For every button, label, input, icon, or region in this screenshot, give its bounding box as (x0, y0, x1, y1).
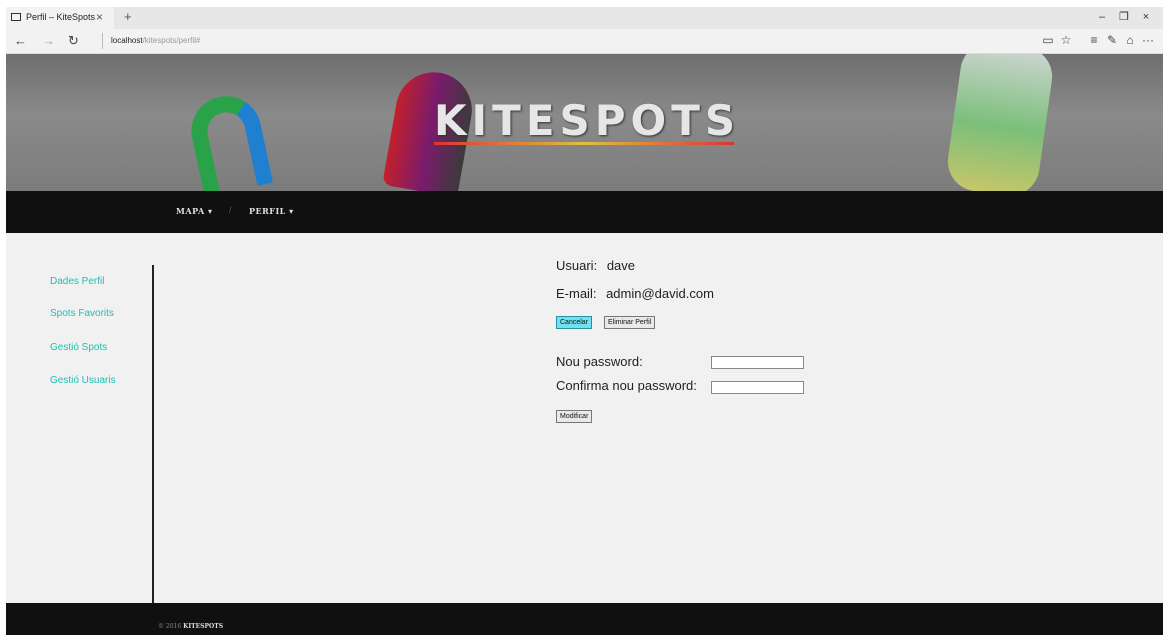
confirm-password-label: Confirma nou password: (556, 378, 697, 393)
minimize-icon[interactable]: – (1091, 11, 1113, 23)
new-password-input[interactable] (711, 356, 804, 369)
share-icon[interactable]: ⌂ (1121, 33, 1139, 47)
tab-title: Perfil – KiteSpots (26, 12, 96, 22)
back-icon[interactable]: ← (14, 33, 27, 48)
confirm-password-input[interactable] (711, 381, 804, 394)
hub-icon[interactable]: ≡ (1085, 33, 1103, 47)
site-footer: © 2016 KITESPOTS (6, 603, 1163, 635)
page-icon (11, 13, 21, 21)
nav-separator: / (229, 205, 232, 215)
site-logo[interactable]: KITESPOTS (434, 96, 740, 145)
sidebar-divider (152, 265, 154, 606)
sidebar-item-dades-perfil[interactable]: Dades Perfil (50, 276, 104, 287)
close-tab-icon[interactable]: × (96, 10, 103, 24)
kite-image-left (184, 89, 274, 191)
kite-image-right (944, 54, 1056, 191)
delete-profile-button[interactable]: Eliminar Perfil (604, 316, 656, 329)
more-icon[interactable]: ··· (1139, 33, 1157, 47)
window-controls: – ❐ × (1091, 10, 1157, 23)
web-page: KITESPOTS MAPA ▾ / PERFIL ▾ Dades Perfil… (6, 54, 1163, 635)
header-banner: KITESPOTS (6, 54, 1163, 191)
profile-sidebar: Dades Perfil Spots Favorits Gestió Spots… (6, 233, 154, 603)
modify-button[interactable]: Modificar (556, 410, 593, 423)
cancel-button[interactable]: Cancelar (556, 316, 593, 329)
sidebar-item-spots-favorits[interactable]: Spots Favorits (50, 308, 114, 319)
browser-tools: ▭ ☆ ≡ ✎ ⌂ ··· (1039, 33, 1157, 47)
nav-perfil[interactable]: PERFIL ▾ (249, 206, 294, 216)
copyright-text: © 2016 (158, 623, 182, 630)
refresh-icon[interactable]: ↻ (68, 33, 79, 49)
browser-tab[interactable]: Perfil – KiteSpots × (6, 7, 114, 29)
reading-view-icon[interactable]: ▭ (1039, 33, 1057, 47)
browser-tab-bar: Perfil – KiteSpots × + – ❐ × (6, 7, 1163, 29)
url-field[interactable]: localhost/kitespots/perfil# (102, 33, 200, 49)
logo-underline (434, 142, 734, 145)
favorite-star-icon[interactable]: ☆ (1057, 33, 1075, 47)
footer-brand: KITESPOTS (183, 623, 224, 630)
user-label: Usuari: (556, 258, 598, 273)
forward-icon[interactable]: → (42, 33, 55, 48)
main-navbar: MAPA ▾ / PERFIL ▾ (6, 191, 1163, 233)
email-label: E-mail: (556, 286, 597, 301)
address-bar: ← → ↻ localhost/kitespots/perfil# ▭ ☆ ≡ ✎ ⌂ ·… (6, 29, 1163, 54)
nav-mapa[interactable]: MAPA ▾ (176, 206, 213, 216)
footer-copyright: © 2016 KITESPOTS (158, 623, 223, 630)
restore-icon[interactable]: ❐ (1113, 10, 1135, 23)
web-note-icon[interactable]: ✎ (1103, 33, 1121, 47)
new-password-label: Nou password: (556, 354, 643, 369)
new-tab-icon[interactable]: + (124, 9, 132, 24)
sidebar-item-gestio-spots[interactable]: Gestió Spots (50, 342, 107, 353)
url-host: localhost (111, 36, 143, 45)
url-path: /kitespots/perfil# (142, 36, 201, 45)
sidebar-item-gestio-usuaris[interactable]: Gestió Usuaris (50, 375, 116, 386)
window-close-icon[interactable]: × (1135, 11, 1157, 23)
email-value: admin@david.com (606, 286, 714, 301)
user-value: dave (606, 258, 636, 273)
